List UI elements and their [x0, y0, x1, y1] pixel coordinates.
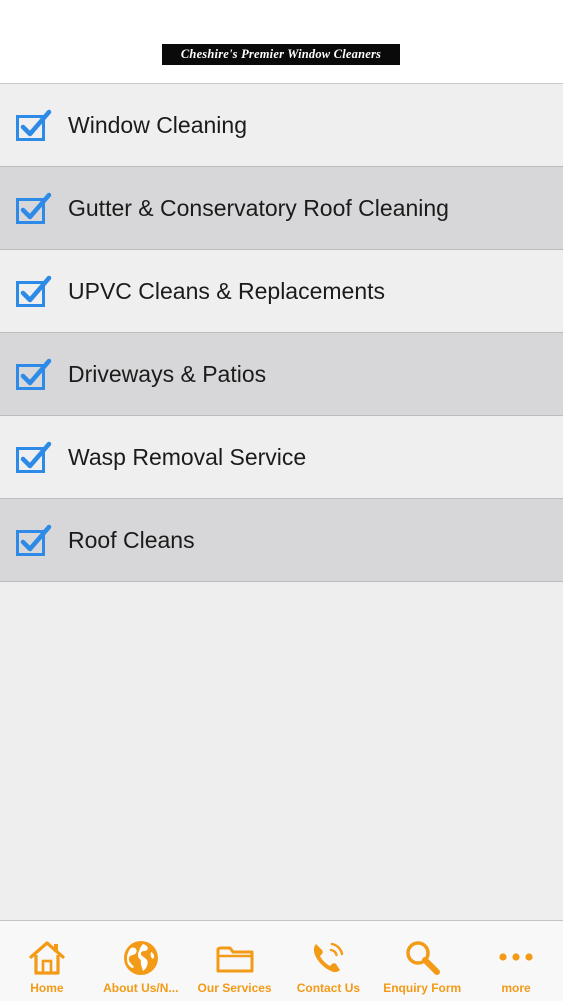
- tab-our-services[interactable]: Our Services: [188, 921, 282, 1001]
- tab-more[interactable]: more: [469, 921, 563, 1001]
- search-icon: [406, 941, 441, 975]
- tab-label: Enquiry Form: [383, 981, 462, 995]
- tab-label: more: [501, 981, 531, 995]
- folder-icon: [216, 946, 254, 973]
- tab-contact-us[interactable]: Contact Us: [281, 921, 375, 1001]
- tab-about-us[interactable]: About Us/N...: [94, 921, 188, 1001]
- home-icon: [29, 941, 65, 975]
- service-row-driveways-patios[interactable]: Driveways & Patios: [0, 333, 563, 416]
- service-label: Roof Cleans: [68, 527, 195, 553]
- bottom-tab-bar: Home About Us/N... Our Services Contact …: [0, 920, 563, 1001]
- app-header: Cheshire's Premier Window Cleaners: [0, 0, 563, 84]
- service-row-wasp-removal[interactable]: Wasp Removal Service: [0, 416, 563, 499]
- globe-icon: [123, 941, 158, 975]
- tab-label: About Us/N...: [103, 981, 179, 995]
- service-row-upvc[interactable]: UPVC Cleans & Replacements: [0, 250, 563, 333]
- service-label: Window Cleaning: [68, 112, 247, 138]
- services-list: Window Cleaning Gutter & Conservatory Ro…: [0, 84, 563, 582]
- checkbox-checked-icon[interactable]: [16, 109, 52, 141]
- checkbox-checked-icon[interactable]: [16, 275, 52, 307]
- tab-label: Home: [30, 981, 64, 995]
- checkbox-checked-icon[interactable]: [16, 358, 52, 390]
- phone-icon: [314, 942, 344, 973]
- service-label: UPVC Cleans & Replacements: [68, 278, 386, 304]
- banner-logo: Cheshire's Premier Window Cleaners: [162, 44, 400, 65]
- tab-home[interactable]: Home: [0, 921, 94, 1001]
- service-label: Gutter & Conservatory Roof Cleaning: [68, 195, 449, 221]
- checkbox-checked-icon[interactable]: [16, 192, 52, 224]
- checkbox-checked-icon[interactable]: [16, 524, 52, 556]
- tab-label: Contact Us: [296, 981, 361, 995]
- service-row-gutter-conservatory[interactable]: Gutter & Conservatory Roof Cleaning: [0, 167, 563, 250]
- service-row-roof-cleans[interactable]: Roof Cleans: [0, 499, 563, 582]
- tab-enquiry-form[interactable]: Enquiry Form: [375, 921, 469, 1001]
- tab-label: Our Services: [197, 981, 272, 995]
- service-row-window-cleaning[interactable]: Window Cleaning: [0, 84, 563, 167]
- checkbox-checked-icon[interactable]: [16, 441, 52, 473]
- service-label: Wasp Removal Service: [68, 444, 307, 470]
- service-label: Driveways & Patios: [68, 361, 267, 387]
- more-icon: [499, 953, 533, 961]
